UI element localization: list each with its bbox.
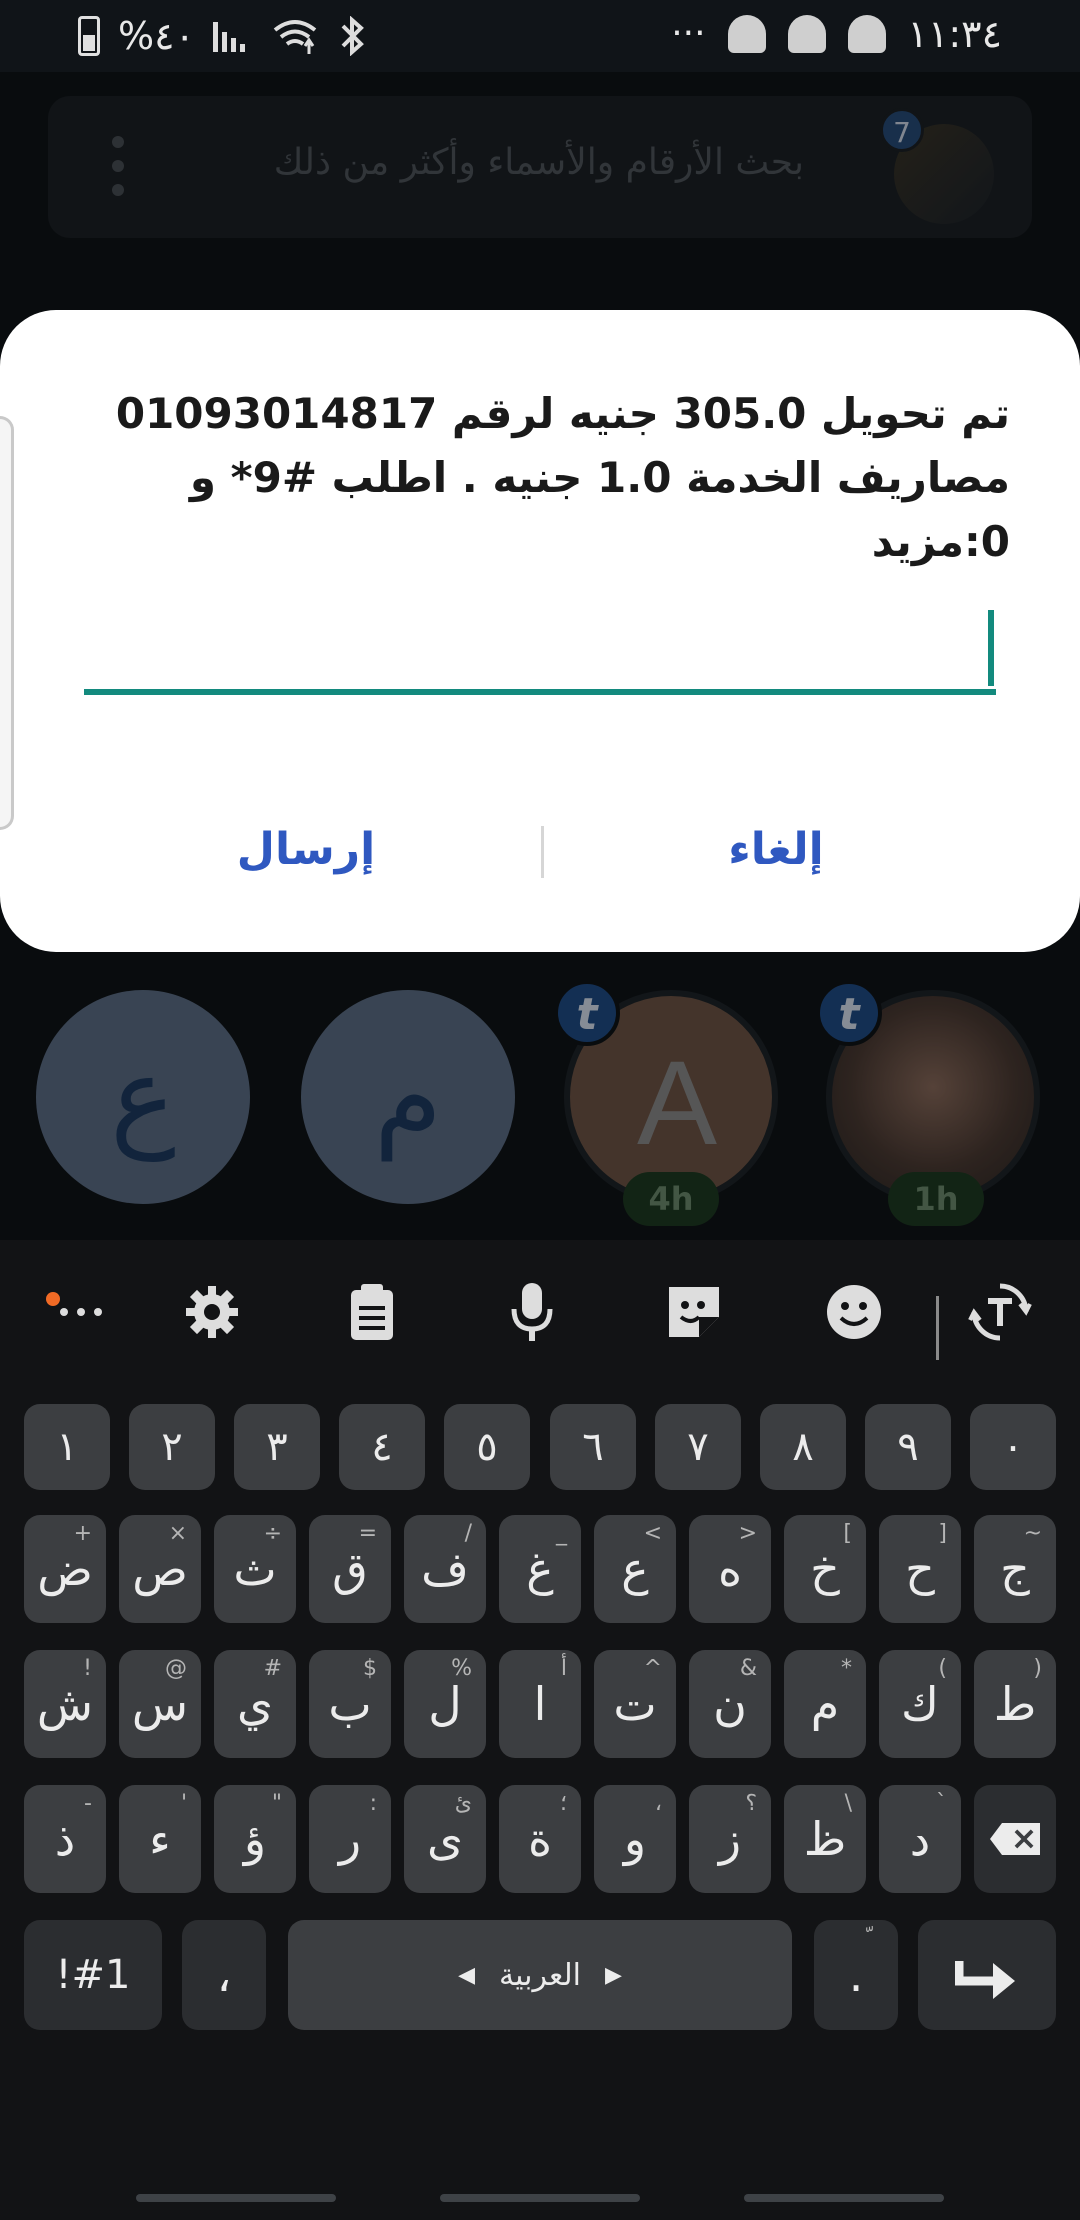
- key-digit[interactable]: ٤: [339, 1404, 425, 1490]
- key-digit[interactable]: ٥: [444, 1404, 530, 1490]
- key-letter[interactable]: أا: [499, 1650, 581, 1758]
- message-line: مصاريف الخدمة 1.0 جنيه . اطلب #9* و: [189, 453, 1010, 502]
- nav-recents-button[interactable]: [136, 2194, 336, 2202]
- key-letter[interactable]: * م: [784, 1650, 866, 1758]
- key-digit[interactable]: ٨: [760, 1404, 846, 1490]
- key-letter[interactable]: > ه: [689, 1515, 771, 1623]
- reply-input[interactable]: [84, 605, 996, 695]
- ussd-dialog: تم تحويل 305.0 جنيه لرقم 01093014817 مصا…: [0, 310, 1080, 952]
- key-digit[interactable]: ١: [24, 1404, 110, 1490]
- key-digit[interactable]: ٣: [234, 1404, 320, 1490]
- text-cursor: [988, 610, 994, 686]
- key-letter[interactable]: ) ط: [974, 1650, 1056, 1758]
- period-key[interactable]: ّ.: [814, 1920, 898, 2030]
- key-letter[interactable]: / ف: [404, 1515, 486, 1623]
- key-digit[interactable]: ٢: [129, 1404, 215, 1490]
- key-digit[interactable]: ٦: [550, 1404, 636, 1490]
- toolbar-separator: [936, 1296, 939, 1360]
- dialog-actions: إرسال إلغاء: [0, 800, 1080, 900]
- key-letter[interactable]: -ذ: [24, 1785, 106, 1893]
- battery-icon: [78, 16, 100, 56]
- sticker-icon[interactable]: [654, 1274, 734, 1350]
- key-letter[interactable]: ~ ج: [974, 1515, 1056, 1623]
- backspace-icon: ×: [990, 1823, 1040, 1855]
- screen: { "status_bar": { "battery_percent": "%٤…: [0, 0, 1080, 2220]
- clipboard-icon[interactable]: [332, 1274, 412, 1350]
- signal-icon: [212, 22, 245, 52]
- key-letter[interactable]: :ر: [309, 1785, 391, 1893]
- key-letter[interactable]: ؛ ة: [499, 1785, 581, 1893]
- key-letter[interactable]: ÷ ث: [214, 1515, 296, 1623]
- more-notifications-icon: ···: [671, 13, 706, 54]
- clock: ١١:٣٤: [907, 12, 1002, 56]
- key-letter[interactable]: + ض: [24, 1515, 106, 1623]
- key-letter[interactable]: < ع: [594, 1515, 676, 1623]
- nav-home-button[interactable]: [440, 2194, 640, 2202]
- enter-key[interactable]: [918, 1920, 1056, 2030]
- symbols-key[interactable]: !#1: [24, 1920, 162, 2030]
- key-letter[interactable]: ] ح: [879, 1515, 961, 1623]
- status-bar: %٤٠ ··· ١١:٣٤: [0, 0, 1080, 72]
- snapchat-icon: [847, 15, 886, 53]
- nav-back-button[interactable]: [744, 2194, 944, 2202]
- key-letter[interactable]: & ن: [689, 1650, 771, 1758]
- key-letter[interactable]: " ؤ: [214, 1785, 296, 1893]
- language-label: العربية: [499, 1957, 581, 1993]
- navigation-bar: [0, 2160, 1080, 2220]
- key-letter[interactable]: ، و: [594, 1785, 676, 1893]
- key-letter[interactable]: = ق: [309, 1515, 391, 1623]
- edge-panel-handle[interactable]: [0, 416, 14, 830]
- send-button[interactable]: إرسال: [106, 800, 506, 900]
- dialog-message: تم تحويل 305.0 جنيه لرقم 01093014817 مصا…: [90, 382, 1010, 574]
- comma-key[interactable]: ،: [182, 1920, 266, 2030]
- message-line: 0:مزيد: [871, 517, 1010, 566]
- wifi-icon: [273, 20, 317, 54]
- key-letter[interactable]: (ك: [879, 1650, 961, 1758]
- message-line: تم تحويل 305.0 جنيه لرقم 01093014817: [115, 389, 1010, 438]
- key-digit[interactable]: ٠: [970, 1404, 1056, 1490]
- keyboard: ١ ٢ ٣ ٤ ٥ ٦ ٧ ٨ ٩ ٠ + ض × ص ÷ ث = ق / ف _ غ < ع…: [0, 1240, 1080, 2220]
- settings-icon[interactable]: [172, 1274, 252, 1350]
- more-icon[interactable]: [44, 1274, 124, 1350]
- key-letter[interactable]: ` د: [879, 1785, 961, 1893]
- arrow-left-icon: ◀: [458, 1962, 475, 1988]
- space-key[interactable]: ◀ العربية ▶: [288, 1920, 792, 2030]
- key-letter[interactable]: # ي: [214, 1650, 296, 1758]
- mic-icon[interactable]: [492, 1274, 572, 1350]
- key-letter[interactable]: $ ب: [309, 1650, 391, 1758]
- key-letter[interactable]: ^ ت: [594, 1650, 676, 1758]
- emoji-icon[interactable]: [814, 1274, 894, 1350]
- key-digit[interactable]: ٩: [865, 1404, 951, 1490]
- status-left: %٤٠: [78, 14, 367, 58]
- key-letter[interactable]: ! ش: [24, 1650, 106, 1758]
- key-letter[interactable]: ئى: [404, 1785, 486, 1893]
- translate-icon[interactable]: [960, 1274, 1040, 1350]
- snapchat-icon: [727, 15, 766, 53]
- snapchat-icon: [787, 15, 826, 53]
- key-letter[interactable]: % ل: [404, 1650, 486, 1758]
- battery-percent: %٤٠: [118, 14, 195, 58]
- key-letter[interactable]: \ ظ: [784, 1785, 866, 1893]
- backspace-key[interactable]: ×: [974, 1785, 1056, 1893]
- key-letter[interactable]: ؟ ز: [689, 1785, 771, 1893]
- cancel-button[interactable]: إلغاء: [576, 800, 976, 900]
- arrow-right-icon: ▶: [605, 1962, 622, 1988]
- key-letter[interactable]: ' ء: [119, 1785, 201, 1893]
- key-letter[interactable]: _ غ: [499, 1515, 581, 1623]
- key-letter[interactable]: [خ: [784, 1515, 866, 1623]
- key-digit[interactable]: ٧: [655, 1404, 741, 1490]
- key-letter[interactable]: × ص: [119, 1515, 201, 1623]
- enter-arrow-icon: [955, 1961, 1015, 1999]
- keyboard-toolbar: [0, 1240, 1080, 1370]
- button-divider: [541, 826, 544, 878]
- bluetooth-icon: [341, 16, 364, 56]
- key-letter[interactable]: @ س: [119, 1650, 201, 1758]
- status-right: ··· ١١:٣٤: [671, 12, 1002, 56]
